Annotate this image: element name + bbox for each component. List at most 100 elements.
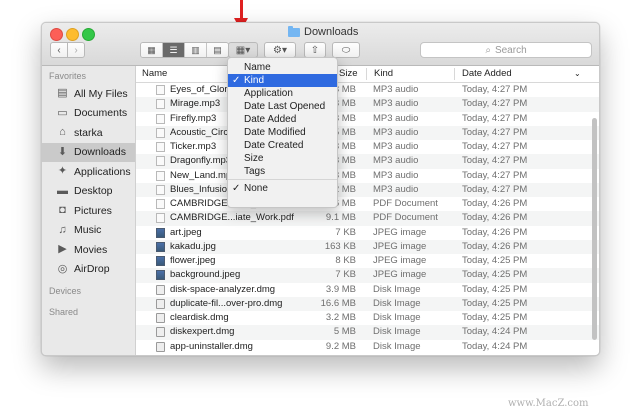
table-row[interactable]: flower.jpeg 8 KB JPEG image Today, 4:25 PM (136, 254, 599, 269)
tags-button[interactable]: ⬭ (332, 42, 360, 58)
file-size: 16.6 MB (320, 297, 356, 309)
menu-item-date-created[interactable]: Date Created (228, 139, 337, 152)
table-row[interactable]: Firefly.mp3 3 MB MP3 audio Today, 4:27 PM (136, 111, 599, 126)
table-row[interactable]: diskexpert.dmg 5 MB Disk Image Today, 4:24 … (136, 325, 599, 340)
table-row[interactable]: disk-space-analyzer.dmg 3.9 MB Disk Image T… (136, 282, 599, 297)
menu-item-label: Tags (244, 166, 266, 177)
file-date-added: Today, 4:25 PM (462, 269, 528, 281)
arrange-button[interactable]: ▦▾ (228, 42, 258, 58)
table-row[interactable]: background.jpeg 7 KB JPEG image Today, 4:25… (136, 268, 599, 283)
file-date-added: Today, 4:26 PM (462, 198, 528, 209)
file-date-added: Today, 4:25 PM (462, 283, 528, 295)
cover-flow-button[interactable]: ▤ (207, 43, 228, 57)
search-field[interactable]: ⌕ Search (420, 42, 592, 58)
menu-item-kind[interactable]: ✓ Kind (228, 74, 337, 87)
music-icon: ♫ (58, 223, 67, 236)
column-kind-header[interactable]: Kind (374, 68, 393, 79)
table-row[interactable]: Blues_Infusion 2 MB MP3 audio Today, 4:27 P… (136, 182, 599, 197)
file-name: duplicate-fil...over-pro.dmg (170, 297, 283, 309)
sidebar-item-label: AirDrop (74, 263, 110, 275)
minimize-button[interactable] (66, 28, 79, 41)
file-kind: Disk Image (373, 297, 421, 309)
sidebar-item-airdrop[interactable]: ◎ AirDrop (42, 260, 135, 279)
sort-chevron-down-icon[interactable]: ⌄ (574, 69, 581, 78)
vertical-scrollbar[interactable] (592, 118, 597, 340)
sidebar-section-favorites: Favorites (49, 71, 87, 81)
menu-item-none[interactable]: ✓ None (228, 182, 337, 195)
zoom-button[interactable] (82, 28, 95, 41)
document-icon (156, 213, 165, 224)
share-button[interactable]: ⇧ (304, 42, 326, 58)
table-row[interactable]: Dragonfly.mp3 3 MB MP3 audio Today, 4:27 PM (136, 154, 599, 169)
menu-item-tags[interactable]: Tags (228, 165, 337, 178)
table-row[interactable]: Mirage.mp3 3 MB MP3 audio Today, 4:27 PM (136, 97, 599, 112)
sidebar-item-applications[interactable]: ✦ Applications (42, 162, 135, 181)
menu-item-date-added[interactable]: Date Added (228, 113, 337, 126)
movies-icon: ▶ (58, 243, 67, 255)
file-date-added: Today, 4:26 PM (462, 212, 528, 224)
menu-item-date-last-opened[interactable]: Date Last Opened (228, 100, 337, 113)
list-view-button[interactable]: ☰ (163, 43, 185, 57)
arrange-by-menu: Name ✓ Kind Application Date Last Opened Date… (227, 57, 338, 208)
menu-item-size[interactable]: Size (228, 152, 337, 165)
menu-item-label: Application (244, 88, 293, 99)
sidebar-item-label: Music (74, 224, 102, 236)
table-row[interactable]: kakadu.jpg 163 KB JPEG image Today, 4:26 PM (136, 239, 599, 254)
column-view-button[interactable]: ▥ (185, 43, 207, 57)
sidebar-item-label: Desktop (74, 185, 113, 197)
file-size: 5 MB (333, 326, 356, 338)
file-date-added: Today, 4:27 PM (462, 112, 528, 124)
column-date-header[interactable]: Date Added (462, 68, 512, 79)
menu-item-application[interactable]: Application (228, 87, 337, 100)
table-row[interactable]: Acoustic_Circl 5 MB MP3 audio Today, 4:27 P… (136, 125, 599, 140)
back-button[interactable]: ‹ (50, 42, 68, 58)
table-row[interactable]: app-uninstaller.dmg 9.2 MB Disk Image Today… (136, 339, 599, 354)
file-kind: MP3 audio (373, 183, 419, 195)
sidebar-item-label: Movies (74, 243, 108, 256)
checkmark-icon: ✓ (232, 75, 241, 86)
sidebar-item-downloads[interactable]: ⬇ Downloads (42, 142, 135, 162)
file-name: CAMBRIDGE...iate_Work.pdf (170, 212, 294, 224)
sidebar-item-starka[interactable]: ⌂ starka (42, 123, 135, 142)
column-size-header[interactable]: Size (339, 68, 357, 79)
menu-item-name[interactable]: Name (228, 61, 337, 74)
menu-item-date-modified[interactable]: Date Modified (228, 126, 337, 139)
table-row[interactable]: Ticker.mp3 3 MB MP3 audio Today, 4:27 PM (136, 140, 599, 155)
checkmark-icon: ✓ (232, 183, 241, 194)
file-kind: Disk Image (373, 283, 421, 295)
menu-item-label: Date Created (244, 140, 304, 151)
file-date-added: Today, 4:27 PM (462, 126, 528, 138)
table-row[interactable]: New_Land.mp 3 MB MP3 audio Today, 4:27 PM (136, 168, 599, 183)
arrange-grid-icon: ▦▾ (235, 44, 251, 56)
file-rows: Eyes_of_Glory 3 MB MP3 audio Today, 4:27 PM… (136, 83, 599, 354)
file-size: 9.2 MB (325, 340, 356, 352)
home-icon: ⌂ (59, 126, 66, 138)
disk-image-icon (156, 341, 165, 352)
table-row[interactable]: art.jpeg 7 KB JPEG image Today, 4:26 PM (136, 225, 599, 240)
document-icon (156, 170, 165, 181)
file-size: 7 KB (335, 269, 356, 281)
action-button[interactable]: ⚙▾ (264, 42, 296, 58)
file-kind: MP3 audio (373, 98, 419, 110)
table-row[interactable]: CAMBRIDGE...iate_Work.pdf 9.1 MB PDF Docum… (136, 211, 599, 226)
menu-item-label: Kind (244, 75, 265, 86)
forward-button[interactable]: › (67, 42, 85, 58)
sidebar-item-music[interactable]: ♫ Music (42, 221, 135, 240)
sidebar-item-pictures[interactable]: ◘ Pictures (42, 201, 135, 220)
close-button[interactable] (50, 28, 63, 41)
table-row[interactable]: CAMBRIDGE...iate_Stud.pdf53.6 MBPDF Docu… (136, 197, 599, 212)
file-date-added: Today, 4:24 PM (462, 326, 528, 338)
table-row[interactable]: Eyes_of_Glory 3 MB MP3 audio Today, 4:27 PM (136, 83, 599, 98)
sidebar-section-shared: Shared (49, 307, 79, 317)
table-row[interactable]: duplicate-fil...over-pro.dmg 16.6 MB Disk … (136, 296, 599, 311)
icon-view-button[interactable]: ▦ (141, 43, 163, 57)
table-row[interactable]: cleardisk.dmg 3.2 MB Disk Image Today, 4:25… (136, 311, 599, 326)
column-name-header[interactable]: Name (142, 68, 167, 79)
document-icon (156, 199, 165, 209)
file-name: cleardisk.dmg (170, 312, 229, 323)
sidebar-item-desktop[interactable]: ▬ Desktop (42, 182, 135, 201)
sidebar-item-documents[interactable]: ▭ Documents (42, 104, 135, 123)
sidebar-item-all-my-files[interactable]: ▤ All My Files (42, 84, 135, 103)
file-size: 9.1 MB (325, 212, 356, 224)
sidebar-item-movies[interactable]: ▶ Movies (42, 240, 135, 259)
